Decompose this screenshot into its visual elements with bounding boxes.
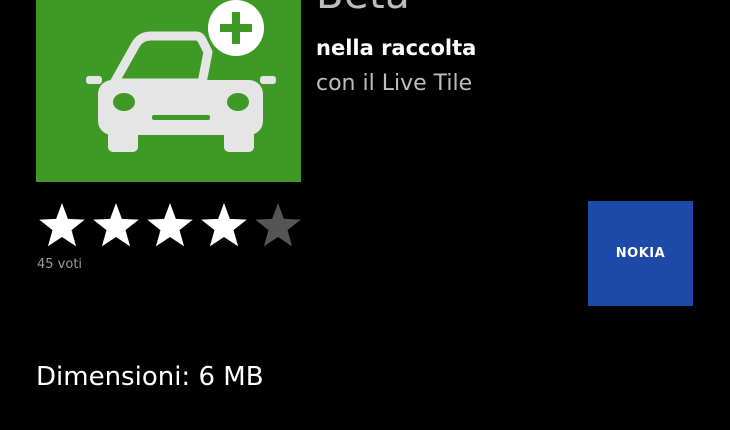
app-size: Dimensioni: 6 MB bbox=[36, 362, 264, 392]
car-plus-icon bbox=[86, 0, 276, 152]
star-filled-icon bbox=[39, 203, 85, 247]
star-filled-icon bbox=[93, 203, 139, 247]
app-tile[interactable] bbox=[36, 0, 301, 182]
publisher-tile[interactable]: NOKIA bbox=[588, 201, 693, 306]
star-rating[interactable] bbox=[36, 200, 304, 252]
star-filled-icon bbox=[201, 203, 247, 247]
app-title: Beta bbox=[316, 0, 410, 18]
votes-count: 45 voti bbox=[37, 257, 83, 272]
publisher-logo-text: NOKIA bbox=[615, 246, 666, 261]
star-filled-icon bbox=[147, 203, 193, 247]
app-detail-screen: Beta nella raccolta con il Live Tile 45 … bbox=[0, 0, 730, 430]
star-empty-icon bbox=[255, 203, 301, 247]
app-subtitle: nella raccolta bbox=[316, 36, 477, 60]
app-subline: con il Live Tile bbox=[316, 71, 473, 96]
